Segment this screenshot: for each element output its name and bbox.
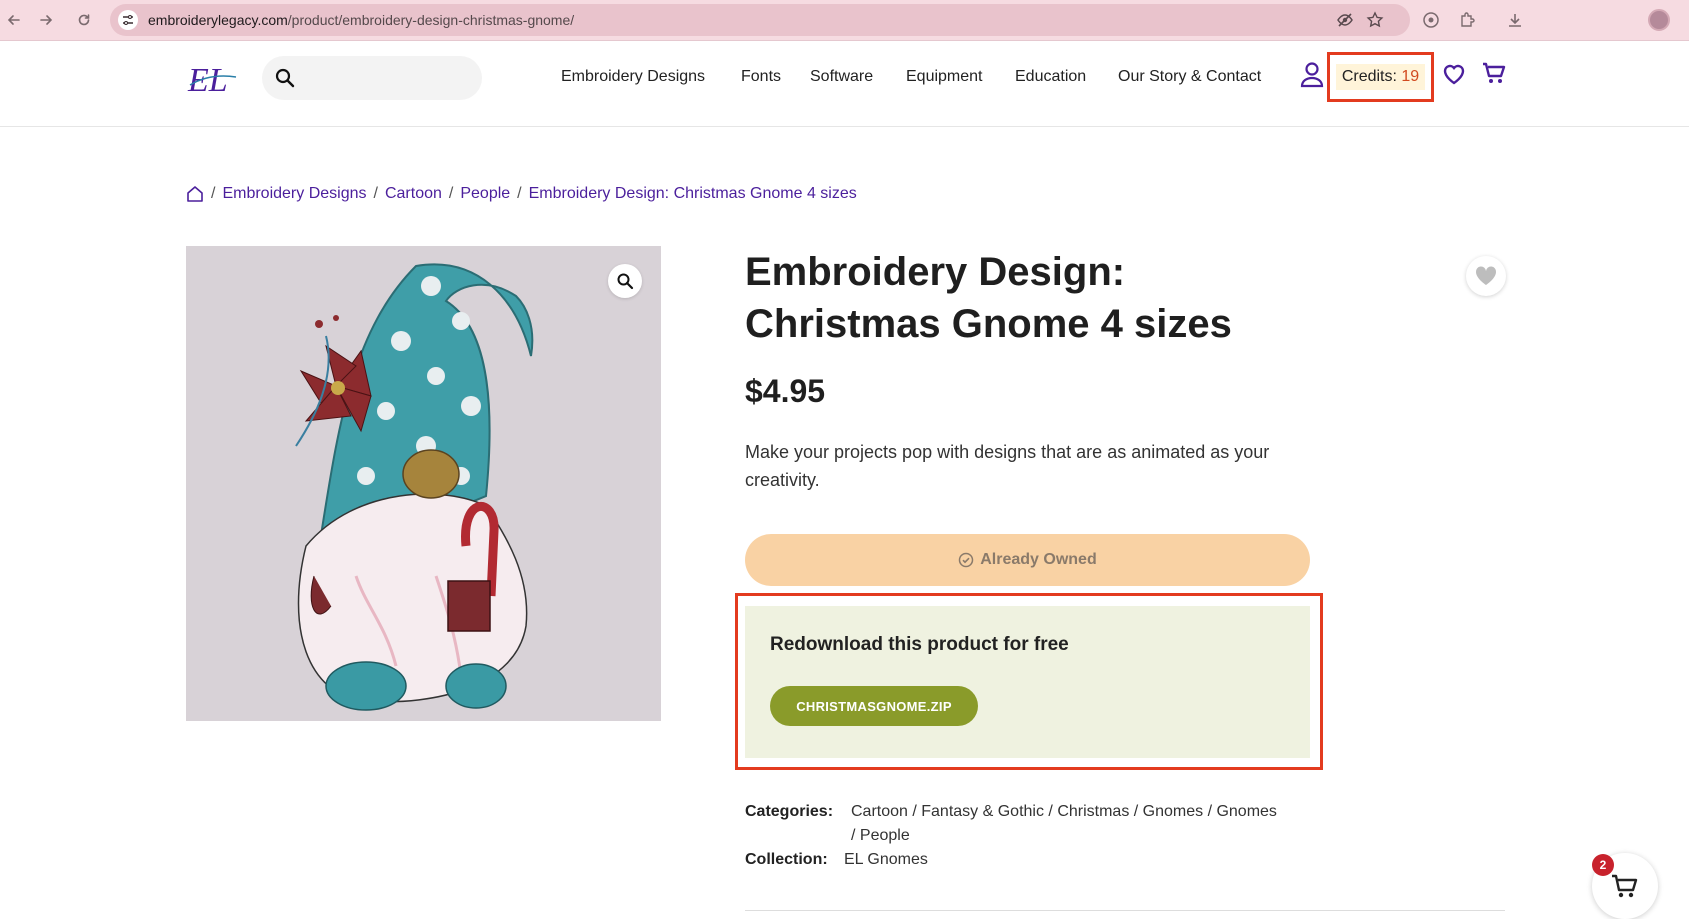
- credits-label: Credits:: [1341, 68, 1402, 85]
- breadcrumb-separator: /: [211, 185, 216, 202]
- product-description: Make your projects pop with designs that…: [745, 442, 1270, 490]
- product-categories: Categories: Cartoon / Fantasy & Gothic /…: [745, 800, 1345, 850]
- breadcrumb-separator: /: [373, 185, 378, 202]
- already-owned-button[interactable]: Already Owned: [745, 534, 1310, 586]
- floating-cart-icon: [1612, 874, 1638, 898]
- site-header: EL Embroidery Designs Fonts Software Equ…: [0, 41, 1689, 127]
- star-icon[interactable]: [1366, 11, 1384, 29]
- logo-letters: EL: [187, 62, 228, 99]
- breadcrumb-people[interactable]: People: [460, 185, 510, 203]
- forward-icon[interactable]: [34, 8, 58, 32]
- nav-our-story-contact[interactable]: Our Story & Contact: [1118, 68, 1261, 86]
- collection-label: Collection:: [745, 851, 828, 868]
- section-divider: [745, 910, 1505, 911]
- url-host: embroiderylegacy.com: [148, 12, 288, 28]
- redownload-panel: Redownload this product for free CHRISTM…: [745, 606, 1310, 758]
- nav-embroidery-designs[interactable]: Embroidery Designs: [561, 68, 705, 86]
- back-icon[interactable]: [2, 8, 26, 32]
- site-settings-icon[interactable]: [118, 10, 138, 30]
- cart-icon[interactable]: [1481, 60, 1507, 86]
- gnome-embroidery-illustration: [186, 246, 661, 721]
- product-title: Embroidery Design: Christmas Gnome 4 siz…: [745, 246, 1305, 350]
- product-title-line2: Christmas Gnome 4 sizes: [745, 302, 1232, 346]
- credits-counter[interactable]: Credits: 19: [1327, 52, 1434, 102]
- eye-off-icon[interactable]: [1336, 11, 1354, 29]
- site-logo[interactable]: EL: [186, 59, 242, 99]
- url-text: embroiderylegacy.com/product/embroidery-…: [148, 12, 574, 28]
- wishlist-heart-icon[interactable]: [1441, 61, 1467, 87]
- breadcrumb-cartoon[interactable]: Cartoon: [385, 185, 442, 203]
- breadcrumb: / Embroidery Designs / Cartoon / People …: [186, 185, 857, 203]
- redownload-title: Redownload this product for free: [770, 634, 1069, 655]
- product-collection: Collection: EL Gnomes: [745, 848, 1345, 872]
- check-circle-icon: [959, 552, 974, 568]
- categories-list-line1[interactable]: Cartoon / Fantasy & Gothic / Christmas /…: [851, 800, 1277, 824]
- nav-software[interactable]: Software: [810, 68, 873, 86]
- cart-count-badge: 2: [1592, 854, 1614, 876]
- categories-label: Categories:: [745, 803, 834, 820]
- reload-icon[interactable]: [72, 8, 96, 32]
- collection-value[interactable]: EL Gnomes: [844, 848, 928, 872]
- nav-fonts[interactable]: Fonts: [741, 68, 781, 86]
- download-zip-button[interactable]: CHRISTMASGNOME.ZIP: [770, 686, 978, 726]
- download-icon[interactable]: [1504, 9, 1526, 31]
- zoom-icon: [617, 273, 634, 290]
- product-price: $4.95: [745, 373, 826, 409]
- account-icon[interactable]: [1299, 61, 1325, 89]
- breadcrumb-current-product[interactable]: Embroidery Design: Christmas Gnome 4 siz…: [529, 185, 857, 203]
- breadcrumb-embroidery-designs[interactable]: Embroidery Designs: [222, 185, 366, 203]
- product-title-line1: Embroidery Design:: [745, 250, 1126, 294]
- product-image[interactable]: [186, 246, 661, 721]
- browser-toolbar: embroiderylegacy.com/product/embroidery-…: [0, 0, 1689, 41]
- categories-list-line2[interactable]: / People: [851, 824, 910, 848]
- credits-display: Credits: 19: [1335, 64, 1426, 90]
- address-bar[interactable]: embroiderylegacy.com/product/embroidery-…: [110, 4, 1410, 36]
- search-icon[interactable]: [274, 67, 296, 89]
- breadcrumb-separator: /: [517, 185, 522, 202]
- profile-avatar[interactable]: [1648, 9, 1670, 31]
- search-bar[interactable]: [262, 56, 482, 100]
- extensions-icon[interactable]: [1456, 9, 1478, 31]
- nav-equipment[interactable]: Equipment: [906, 68, 983, 86]
- add-to-wishlist-button[interactable]: [1466, 256, 1506, 296]
- home-icon[interactable]: [186, 185, 204, 203]
- url-path: /product/embroidery-design-christmas-gno…: [287, 12, 575, 28]
- credits-value: 19: [1401, 68, 1420, 85]
- already-owned-label: Already Owned: [980, 551, 1097, 568]
- zoom-button[interactable]: [608, 264, 642, 298]
- heart-icon: [1475, 266, 1497, 285]
- nav-education[interactable]: Education: [1015, 68, 1086, 86]
- google-lens-icon[interactable]: [1420, 9, 1442, 31]
- breadcrumb-separator: /: [448, 185, 454, 202]
